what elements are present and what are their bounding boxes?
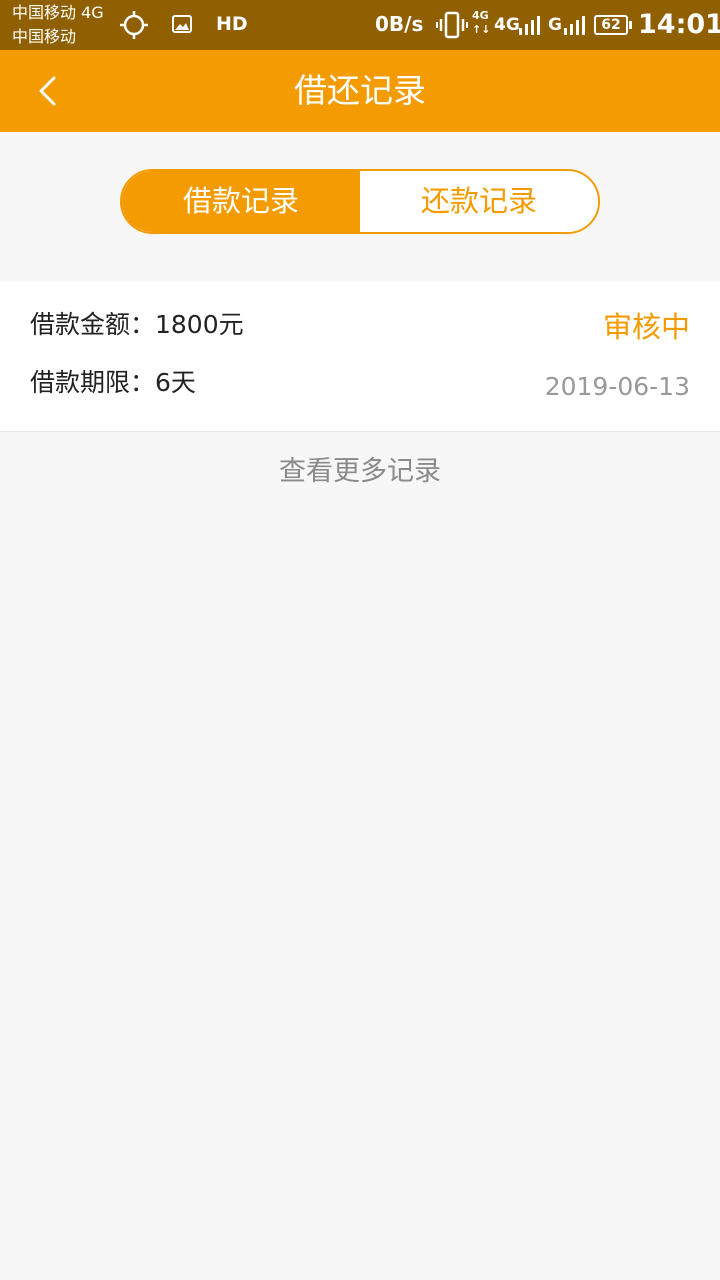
status-bar: 中国移动 4G 中国移动 HD 0B/s 4G ↑↓ 4G G 62 14:01	[0, 0, 720, 50]
loan-record-item[interactable]: 借款金额：1800元 借款期限：6天 审核中 2019-06-13	[0, 282, 720, 432]
signal-icon	[564, 16, 585, 35]
status-badge: 审核中	[602, 310, 690, 344]
battery-icon: 62	[594, 15, 632, 35]
signal-icon	[519, 16, 540, 35]
page-title: 借还记录	[294, 71, 426, 110]
hd-indicator: HD	[216, 13, 248, 35]
loan-amount: 借款金额：1800元	[30, 310, 244, 339]
network-type-1: 4G	[494, 15, 520, 35]
record-tabs: 借款记录 还款记录	[120, 169, 600, 234]
record-date: 2019-06-13	[544, 372, 690, 401]
clock: 14:01	[638, 9, 720, 40]
vibrate-icon	[436, 11, 468, 39]
data-arrows-icon: ↑↓	[472, 23, 491, 36]
tab-borrow-records[interactable]: 借款记录	[122, 171, 360, 232]
network-speed: 0B/s	[375, 12, 424, 36]
carrier-label-2: 中国移动	[12, 27, 77, 46]
network-type-2: G	[548, 15, 562, 35]
network-type-small: 4G	[472, 9, 489, 22]
location-icon	[120, 11, 148, 39]
loan-term: 借款期限：6天	[30, 368, 196, 397]
image-icon	[172, 15, 192, 33]
app-header: 借还记录	[0, 50, 720, 132]
tab-repay-records[interactable]: 还款记录	[360, 171, 598, 232]
carrier-label-1: 中国移动 4G	[12, 3, 104, 22]
view-more-records-link[interactable]: 查看更多记录	[0, 452, 720, 492]
